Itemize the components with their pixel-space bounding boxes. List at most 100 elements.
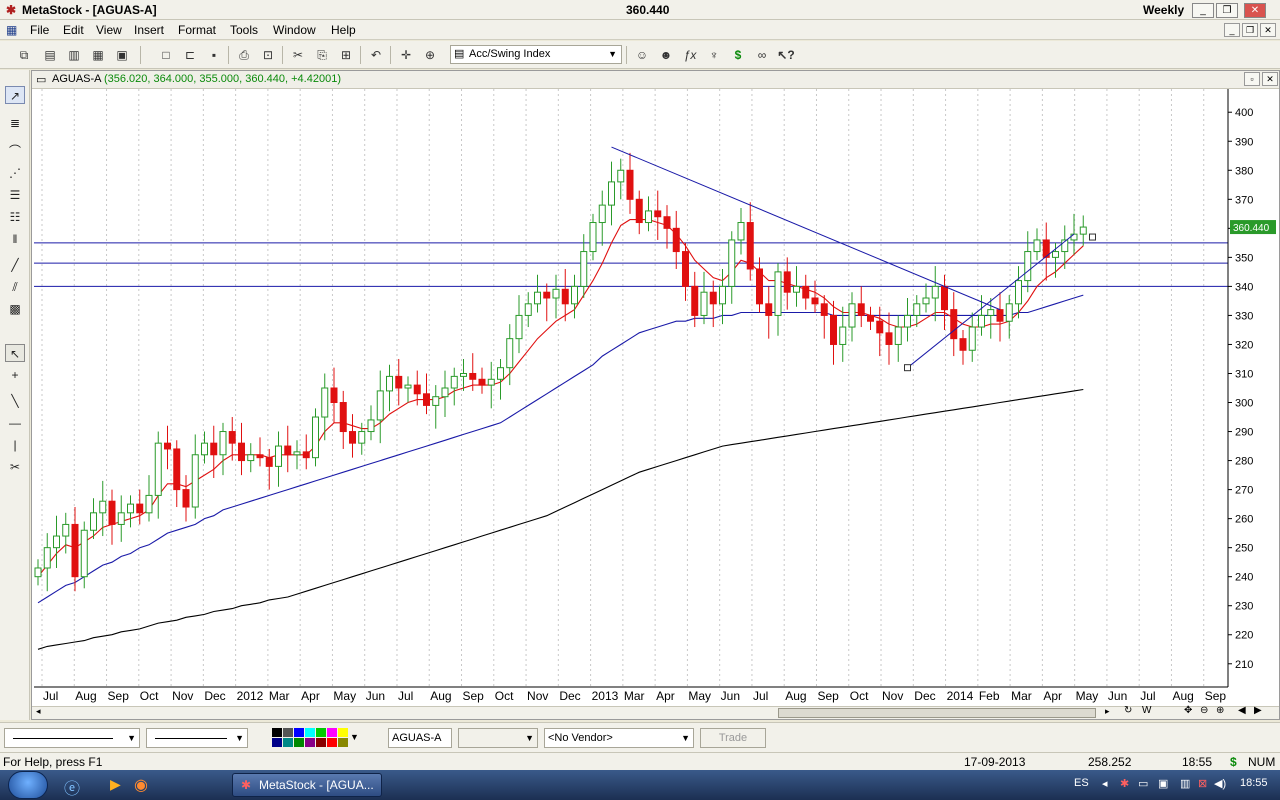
chart-maximize-button[interactable]: ▫: [1244, 72, 1260, 86]
explorer-icon[interactable]: ☻: [656, 46, 676, 64]
line-weight-select[interactable]: ▼: [146, 728, 248, 748]
menu-format[interactable]: Format: [178, 23, 216, 37]
security-field[interactable]: AGUAS-A: [388, 728, 452, 748]
dollar-icon[interactable]: $: [728, 46, 748, 64]
copy-icon[interactable]: ⎘: [312, 46, 332, 64]
color-swatch[interactable]: [283, 738, 293, 747]
chart-close-button[interactable]: ✕: [1262, 72, 1278, 86]
menu-insert[interactable]: Insert: [134, 23, 164, 37]
expert-advisor-icon[interactable]: ☺: [632, 46, 652, 64]
taskbar-item-metastock[interactable]: ✱ MetaStock - [AGUA...: [232, 773, 382, 797]
print-icon[interactable]: ⎙: [234, 46, 254, 64]
pointer-tool-icon[interactable]: ↖: [5, 344, 25, 362]
app-icon[interactable]: ✱: [6, 3, 16, 17]
arc-tool-icon[interactable]: ⌒: [5, 142, 25, 160]
refresh-icon[interactable]: ↻: [1124, 705, 1132, 716]
fibonacci-tool-icon[interactable]: ≣: [5, 114, 25, 132]
scroll-right-icon[interactable]: ▸: [1105, 706, 1110, 717]
media-player-icon[interactable]: ▶: [110, 776, 121, 793]
undo-icon[interactable]: ↶: [366, 46, 386, 64]
mdi-minimize-button[interactable]: _: [1224, 23, 1240, 37]
scroll-left-icon[interactable]: ◂: [36, 706, 41, 717]
system-tester-icon[interactable]: ♆: [704, 46, 724, 64]
tray-window-icon[interactable]: ▣: [1158, 777, 1168, 790]
layout-grid-icon[interactable]: ▦: [88, 46, 108, 64]
tray-alert-icon[interactable]: ⊠: [1198, 777, 1207, 790]
price-chart[interactable]: 210 220 230 240 250 260 270 280 290 300 310 320 330 3…: [32, 89, 1279, 706]
volume-icon[interactable]: ◀): [1214, 777, 1226, 790]
color-swatch[interactable]: [338, 728, 348, 737]
save-icon[interactable]: ▪: [204, 46, 224, 64]
periodicity-w-icon[interactable]: W: [1142, 705, 1151, 716]
line-tool-icon[interactable]: ╱: [5, 256, 25, 274]
color-swatch[interactable]: [316, 738, 326, 747]
zoom-out-icon[interactable]: ⊖: [1200, 705, 1208, 716]
vendor-select[interactable]: <No Vendor> ▼: [544, 728, 694, 748]
line-style-select[interactable]: ▼: [4, 728, 140, 748]
step-forward-icon[interactable]: ▶: [1254, 705, 1262, 716]
smart-chart-icon[interactable]: ▣: [112, 46, 132, 64]
color-swatch[interactable]: [305, 738, 315, 747]
help-pointer-icon[interactable]: ↖?: [776, 46, 796, 64]
trendline-handle[interactable]: [904, 364, 911, 372]
menu-window[interactable]: Window: [273, 23, 316, 37]
menu-tools[interactable]: Tools: [230, 23, 258, 37]
tray-network-icon[interactable]: ▥: [1180, 777, 1190, 790]
start-button[interactable]: [8, 771, 48, 799]
ellipse-tool-icon[interactable]: ☷: [5, 208, 25, 226]
horizontal-line-tool-icon[interactable]: —: [5, 414, 25, 432]
menu-file[interactable]: File: [30, 23, 49, 37]
zoom-in-icon[interactable]: ⊕: [1216, 705, 1224, 716]
color-swatch[interactable]: [316, 728, 326, 737]
ie-icon[interactable]: ⓔ: [64, 775, 80, 799]
color-swatch[interactable]: [327, 738, 337, 747]
indicator-select[interactable]: ▤ Acc/Swing Index ▼: [450, 45, 622, 64]
color-swatch[interactable]: [294, 738, 304, 747]
color-swatch[interactable]: [272, 738, 282, 747]
tray-expand-icon[interactable]: ◂: [1102, 777, 1108, 790]
cycle-lines-tool-icon[interactable]: ‖: [5, 230, 25, 248]
group-select[interactable]: ▼: [458, 728, 538, 748]
color-palette[interactable]: ▼: [272, 728, 359, 748]
retracement-tool-icon[interactable]: ☰: [5, 186, 25, 204]
mdi-close-button[interactable]: ✕: [1260, 23, 1276, 37]
scissors-tool-icon[interactable]: ✂: [5, 458, 25, 476]
zoom-icon[interactable]: ⊕: [420, 46, 440, 64]
layout-2-icon[interactable]: ▥: [64, 46, 84, 64]
horizontal-scrollbar[interactable]: ◂ ▸ ↻ W ✥ ⊖ ⊕ ◀ ▶: [32, 705, 1279, 719]
firefox-icon[interactable]: ◉: [134, 775, 148, 795]
print-preview-icon[interactable]: ⊡: [258, 46, 278, 64]
binoculars-icon[interactable]: ∞: [752, 46, 772, 64]
fan-tool-icon[interactable]: ⋰: [5, 164, 25, 182]
crosshair-tool-icon[interactable]: +: [5, 366, 25, 384]
chevron-down-icon[interactable]: ▼: [350, 732, 359, 742]
color-swatch[interactable]: [327, 728, 337, 737]
trade-button[interactable]: Trade: [700, 728, 766, 748]
new-icon[interactable]: □: [156, 46, 176, 64]
channel-tool-icon[interactable]: ⫽: [5, 278, 25, 296]
open-chart-icon[interactable]: ⧉: [14, 46, 34, 64]
trendline-handle[interactable]: [1089, 233, 1096, 241]
crosshair-icon[interactable]: ✛: [396, 46, 416, 64]
paste-icon[interactable]: ⊞: [336, 46, 356, 64]
color-swatch[interactable]: [338, 738, 348, 747]
tray-app-icon[interactable]: ✱: [1120, 777, 1129, 790]
trendline-tool-icon[interactable]: ↗: [5, 86, 25, 104]
menu-edit[interactable]: Edit: [63, 23, 84, 37]
color-swatch[interactable]: [283, 728, 293, 737]
vertical-line-tool-icon[interactable]: |: [5, 436, 25, 454]
menu-help[interactable]: Help: [331, 23, 356, 37]
formula-icon[interactable]: ƒx: [680, 46, 700, 64]
cut-icon[interactable]: ✂: [288, 46, 308, 64]
document-icon[interactable]: ▦: [6, 23, 17, 37]
step-back-icon[interactable]: ◀: [1238, 705, 1246, 716]
menu-view[interactable]: View: [96, 23, 122, 37]
move-icon[interactable]: ✥: [1184, 705, 1192, 716]
close-button[interactable]: ✕: [1244, 3, 1266, 18]
minimize-button[interactable]: _: [1192, 3, 1214, 18]
maximize-button[interactable]: ❐: [1216, 3, 1238, 18]
language-indicator[interactable]: ES: [1074, 777, 1089, 789]
scrollbar-thumb[interactable]: [778, 708, 1096, 718]
mdi-restore-button[interactable]: ❐: [1242, 23, 1258, 37]
color-swatch[interactable]: [272, 728, 282, 737]
